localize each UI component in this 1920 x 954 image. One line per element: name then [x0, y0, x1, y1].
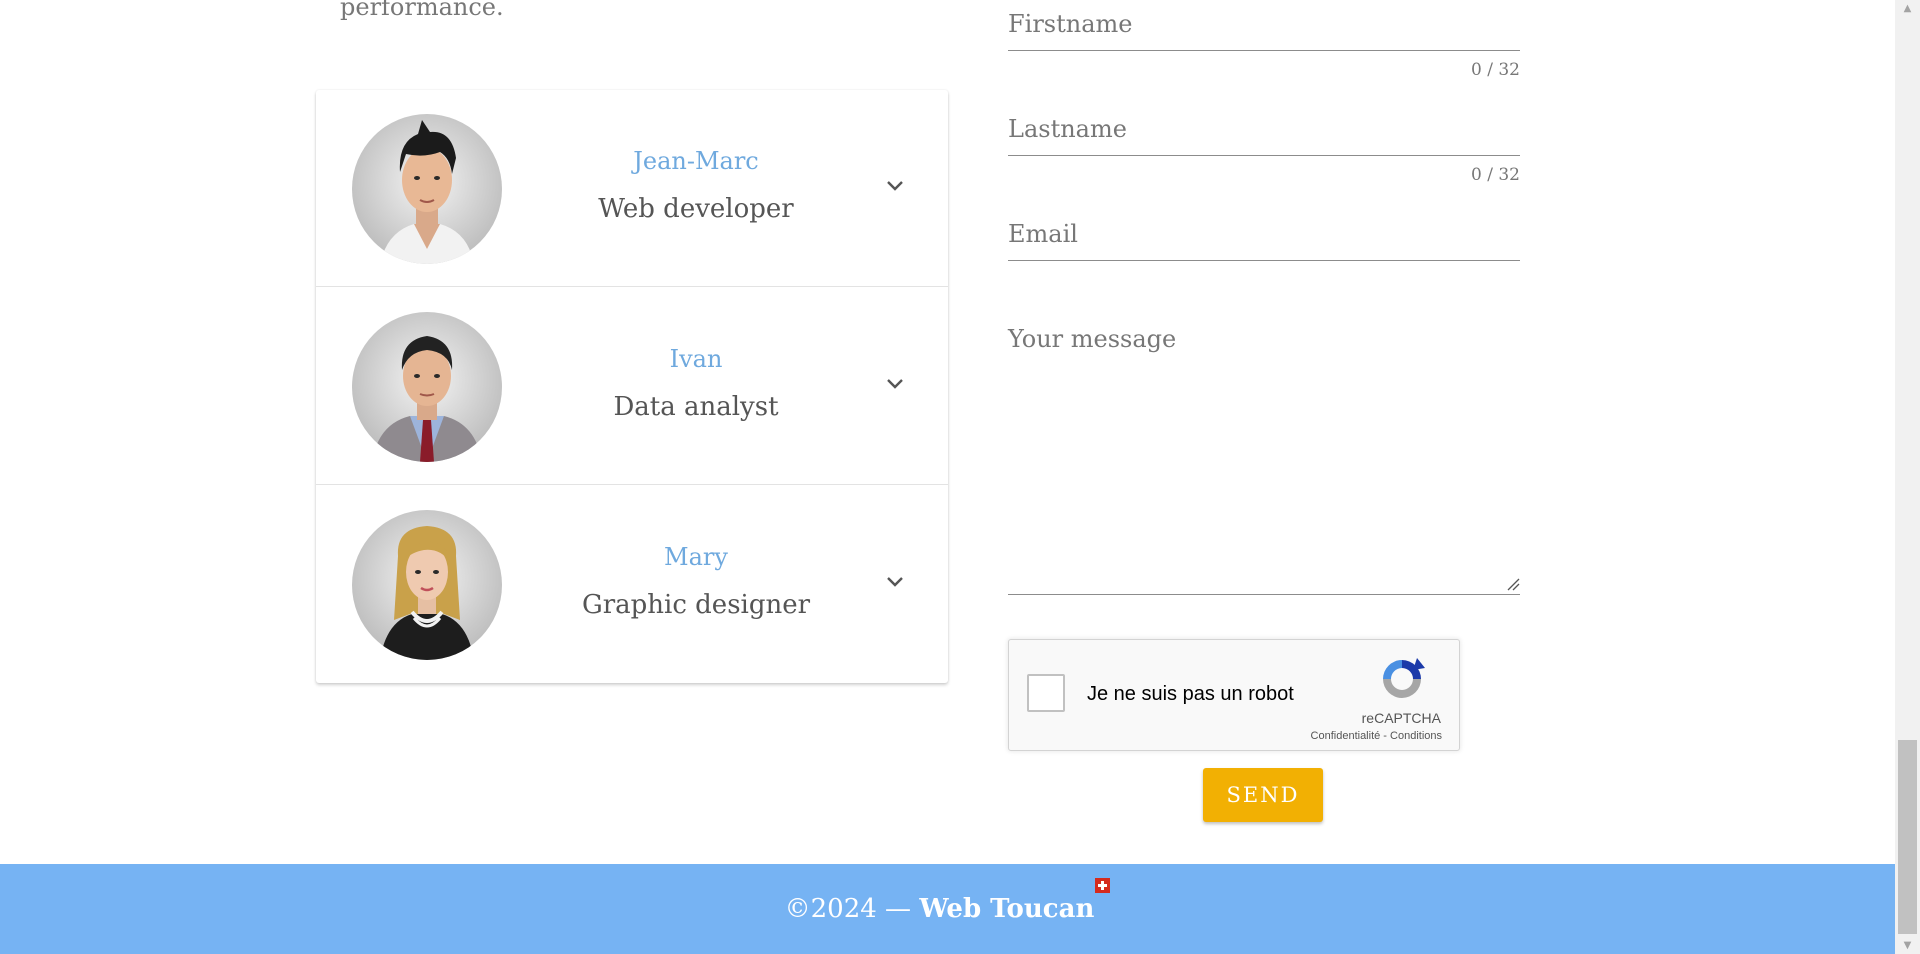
resize-handle-icon[interactable] [1506, 577, 1520, 591]
send-button[interactable]: SEND [1203, 768, 1323, 822]
recaptcha-widget: Je ne suis pas un robot reCAPTCHA Confid… [1008, 639, 1460, 751]
member-role: Data analyst [613, 392, 779, 422]
recaptcha-checkbox[interactable] [1027, 674, 1065, 712]
member-name: Ivan [669, 345, 723, 373]
team-list: Jean-Marc Web developer Ivan Data analys… [316, 90, 948, 683]
member-name: Jean-Marc [633, 147, 759, 175]
message-underline [1008, 594, 1520, 595]
lastname-field[interactable]: Lastname 0 / 32 [1008, 105, 1520, 185]
footer: ©2024 — Web Toucan [0, 864, 1895, 954]
firstname-field[interactable]: Firstname 0 / 32 [1008, 0, 1520, 80]
team-member-jean-marc[interactable]: Jean-Marc Web developer [316, 90, 948, 287]
page: performance. Jean-Marc Web developer Iva… [0, 0, 1895, 954]
team-member-mary[interactable]: Mary Graphic designer [316, 486, 948, 683]
firstname-underline [1008, 50, 1520, 51]
chevron-down-icon[interactable] [884, 174, 906, 196]
avatar-jean-marc [352, 114, 502, 264]
footer-copyright: ©2024 — [784, 894, 912, 924]
swiss-flag-icon [1095, 878, 1111, 893]
lastname-underline [1008, 155, 1520, 156]
firstname-label: Firstname [1008, 10, 1133, 38]
message-label: Your message [1008, 325, 1177, 353]
scroll-up-arrow-icon[interactable]: ▲ [1895, 0, 1920, 17]
chevron-down-icon[interactable] [884, 570, 906, 592]
scroll-down-arrow-icon[interactable]: ▼ [1895, 937, 1920, 954]
lastname-label: Lastname [1008, 115, 1127, 143]
message-textarea[interactable]: Your message [1008, 315, 1520, 595]
email-field[interactable]: Email [1008, 210, 1520, 262]
recaptcha-links[interactable]: Confidentialité - Conditions [1311, 730, 1442, 742]
member-name: Mary [664, 543, 728, 571]
footer-text: ©2024 — Web Toucan [0, 878, 1895, 924]
scrollbar[interactable]: ▲ ▼ [1895, 0, 1920, 954]
recaptcha-logo-icon [1383, 658, 1425, 698]
scrollbar-thumb[interactable] [1898, 740, 1917, 934]
avatar-ivan [352, 312, 502, 462]
footer-brand[interactable]: Web Toucan [919, 894, 1094, 924]
member-role: Web developer [598, 194, 794, 224]
recaptcha-brand: reCAPTCHA [1361, 710, 1441, 726]
chevron-down-icon[interactable] [884, 372, 906, 394]
intro-text: performance. [340, 0, 504, 21]
avatar-mary [352, 510, 502, 660]
lastname-counter: 0 / 32 [1471, 165, 1520, 185]
member-role: Graphic designer [581, 590, 811, 620]
email-underline [1008, 260, 1520, 261]
firstname-counter: 0 / 32 [1471, 60, 1520, 80]
email-label: Email [1008, 220, 1078, 248]
team-member-ivan[interactable]: Ivan Data analyst [316, 288, 948, 485]
recaptcha-label: Je ne suis pas un robot [1087, 683, 1294, 705]
